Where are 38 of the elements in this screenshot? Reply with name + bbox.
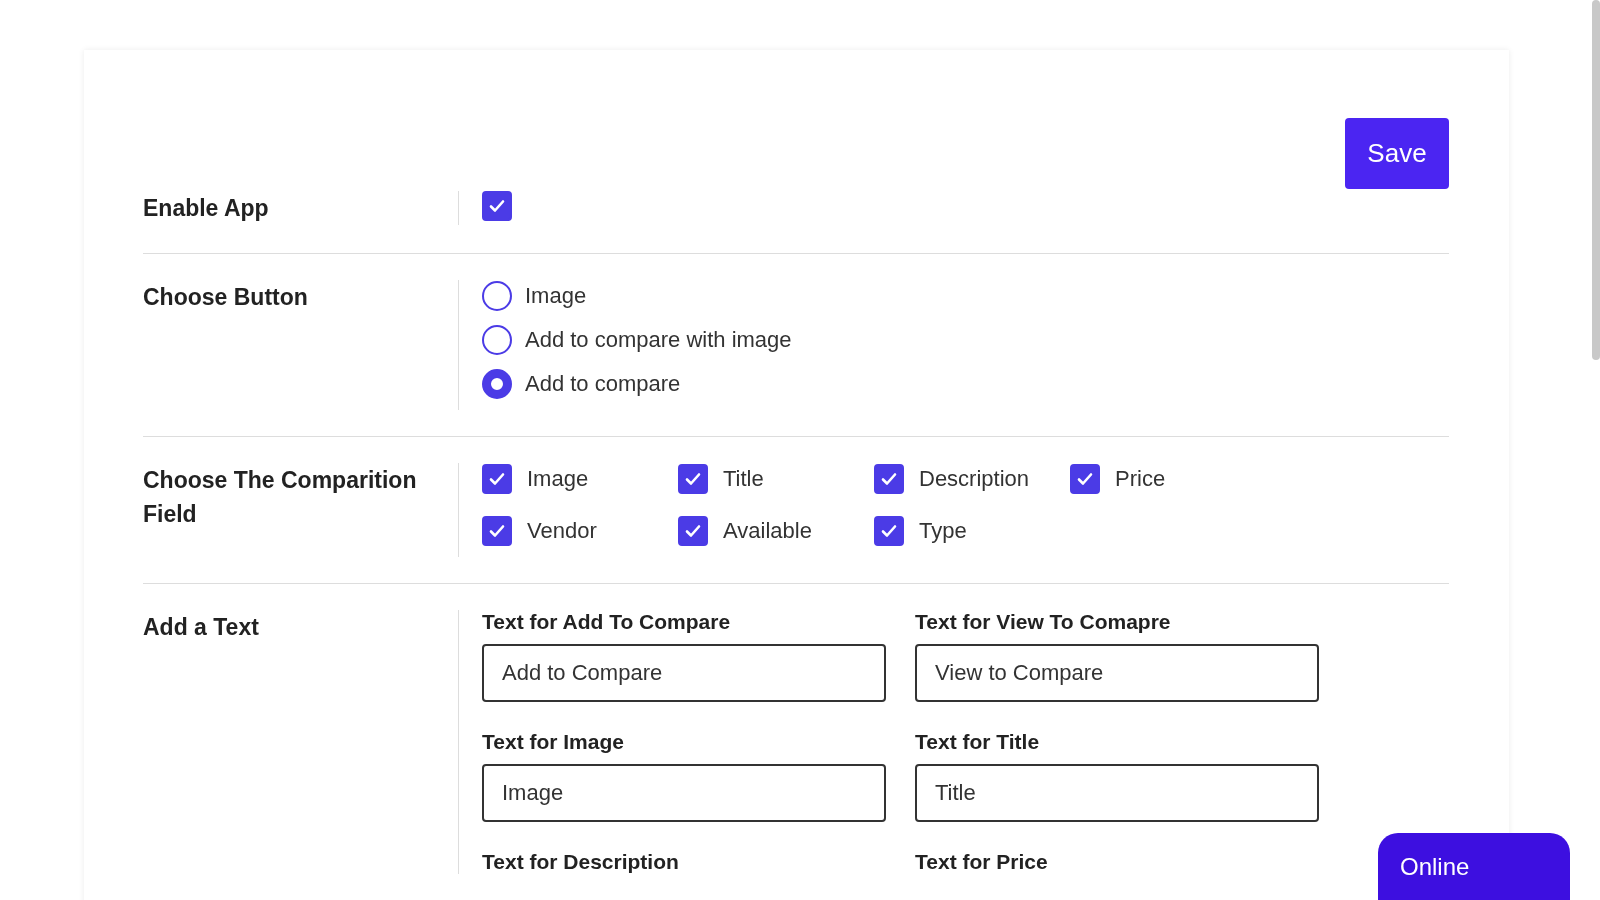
field-label: Text for View To Comapre <box>915 610 1172 634</box>
field-label: Text for Add To Compare <box>482 610 732 634</box>
option-label: Image <box>525 283 587 309</box>
section-label: Choose Button <box>143 283 309 312</box>
option-label: Available <box>723 518 812 544</box>
scrollbar[interactable] <box>1592 0 1600 360</box>
option-label: Add to compare with image <box>525 327 792 353</box>
checkbox[interactable] <box>678 516 708 546</box>
field-label: Text for Description <box>482 850 680 874</box>
checkbox[interactable] <box>874 516 904 546</box>
text-field[interactable]: View to Compare <box>915 644 1319 702</box>
option-label: Add to compare <box>525 371 681 397</box>
radio-button[interactable] <box>482 325 512 355</box>
field-label: Text for Price <box>915 850 1049 874</box>
checkbox[interactable] <box>482 516 512 546</box>
text-field[interactable]: Add to Compare <box>482 644 886 702</box>
field-label: Text for Image <box>482 730 625 754</box>
option-label: Title <box>723 466 764 492</box>
field-label: Text for Title <box>915 730 1041 754</box>
checkbox[interactable] <box>482 191 512 221</box>
section-label: Enable App <box>143 194 270 223</box>
checkbox[interactable] <box>874 464 904 494</box>
chat-button[interactable]: Online <box>1378 833 1570 900</box>
text-field[interactable]: Image <box>482 764 886 822</box>
checkbox[interactable] <box>678 464 708 494</box>
checkbox[interactable] <box>482 464 512 494</box>
option-label: Image <box>527 466 589 492</box>
section-label: Add a Text <box>143 613 260 642</box>
checkbox[interactable] <box>1070 464 1100 494</box>
radio-button[interactable] <box>482 281 512 311</box>
save-button[interactable]: Save <box>1345 118 1449 189</box>
radio-button[interactable] <box>482 369 512 399</box>
option-label: Type <box>919 518 967 544</box>
section-label: Choose The Comparition Field <box>143 466 418 529</box>
option-label: Price <box>1115 466 1166 492</box>
option-label: Vendor <box>527 518 597 544</box>
option-label: Description <box>919 466 1030 492</box>
text-field[interactable]: Title <box>915 764 1319 822</box>
